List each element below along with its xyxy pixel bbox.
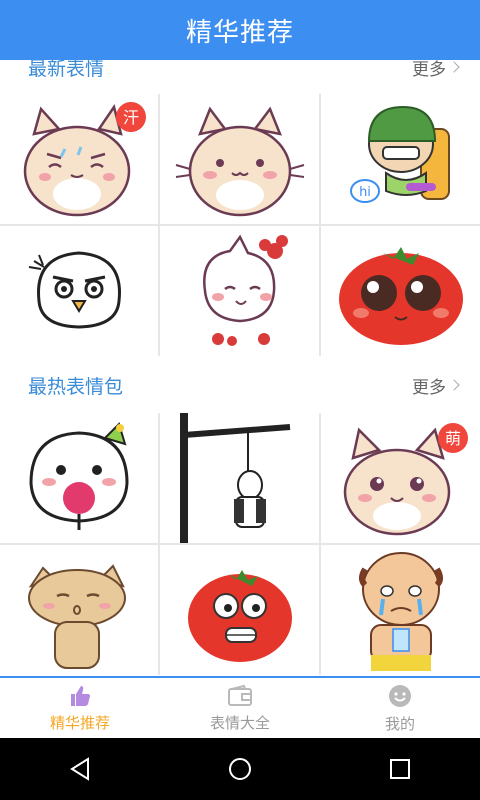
flower-cat-icon <box>202 234 288 346</box>
home-icon[interactable] <box>226 755 254 783</box>
sticker-grid-latest: 汗 hi <box>0 94 480 356</box>
scared-tomato-icon <box>187 570 292 662</box>
crying-man-icon <box>358 552 443 671</box>
smiley-icon <box>389 684 411 707</box>
chevron-right-icon <box>448 61 460 73</box>
cute-cat-icon: 萌 <box>343 423 468 536</box>
sticker-flower-cat[interactable] <box>160 226 319 356</box>
bottom-nav: 精华推荐 表情大全 我的 <box>0 676 480 738</box>
section-title-hot: 最热表情包 <box>28 375 124 398</box>
tabby-cat-icon <box>28 564 126 669</box>
sticker-scared-tomato[interactable] <box>160 545 319 675</box>
sticker-tabby-cat[interactable] <box>0 545 158 675</box>
section-header-hot: 最热表情包 更多 <box>0 358 480 412</box>
sticker-crying-man[interactable] <box>321 545 480 675</box>
sticker-badge: hi <box>359 185 371 200</box>
back-icon[interactable] <box>66 755 94 783</box>
recents-icon[interactable] <box>386 755 414 783</box>
nav-tab-mine[interactable]: 我的 <box>320 678 480 738</box>
sticker-happy-cat[interactable] <box>160 94 319 224</box>
section-header-latest: 最新表情 更多 <box>0 60 480 94</box>
chevron-right-icon <box>448 379 460 391</box>
page-title: 精华推荐 <box>185 17 294 48</box>
happy-cat-icon <box>175 106 304 217</box>
nav-tab-label: 表情大全 <box>209 713 270 732</box>
app-bar: 精华推荐 <box>0 0 480 60</box>
helmet-boy-icon: hi <box>349 105 450 203</box>
sticker-badge: 萌 <box>444 429 460 448</box>
more-label: 更多 <box>412 377 446 398</box>
sticker-cute-cat[interactable]: 萌 <box>321 413 480 543</box>
wallet-icon <box>228 684 252 706</box>
sticker-lollipop-blob[interactable] <box>0 413 158 543</box>
sticker-tomato[interactable] <box>321 226 480 356</box>
content-scroll[interactable]: 最新表情 更多 汗 hi 最热表情包 更多 萌 <box>0 60 480 676</box>
nav-tab-featured[interactable]: 精华推荐 <box>0 678 160 738</box>
sweat-cat-icon: 汗 <box>23 102 146 217</box>
nav-tab-label: 我的 <box>384 714 415 733</box>
sticker-helmet-boy[interactable]: hi <box>321 94 480 224</box>
sticker-badge: 汗 <box>123 108 139 127</box>
section-title-latest: 最新表情 <box>28 60 105 80</box>
more-link-hot[interactable]: 更多 <box>412 373 460 398</box>
sticker-angry-blob[interactable] <box>0 226 158 356</box>
sticker-hanging-panda[interactable] <box>160 413 319 543</box>
hanging-panda-icon <box>179 413 290 543</box>
thumbs-up-icon <box>71 685 90 706</box>
nav-tab-label: 精华推荐 <box>49 713 110 732</box>
more-label: 更多 <box>412 60 446 80</box>
lollipop-blob-icon <box>29 422 129 530</box>
system-nav-bar <box>0 738 480 800</box>
nav-tab-collection[interactable]: 表情大全 <box>160 678 320 738</box>
tomato-icon <box>338 247 463 345</box>
sticker-sweat-cat[interactable]: 汗 <box>0 94 158 224</box>
more-link-latest[interactable]: 更多 <box>412 60 460 80</box>
sticker-grid-hot: 萌 <box>0 413 480 675</box>
angry-blob-icon <box>28 251 121 329</box>
